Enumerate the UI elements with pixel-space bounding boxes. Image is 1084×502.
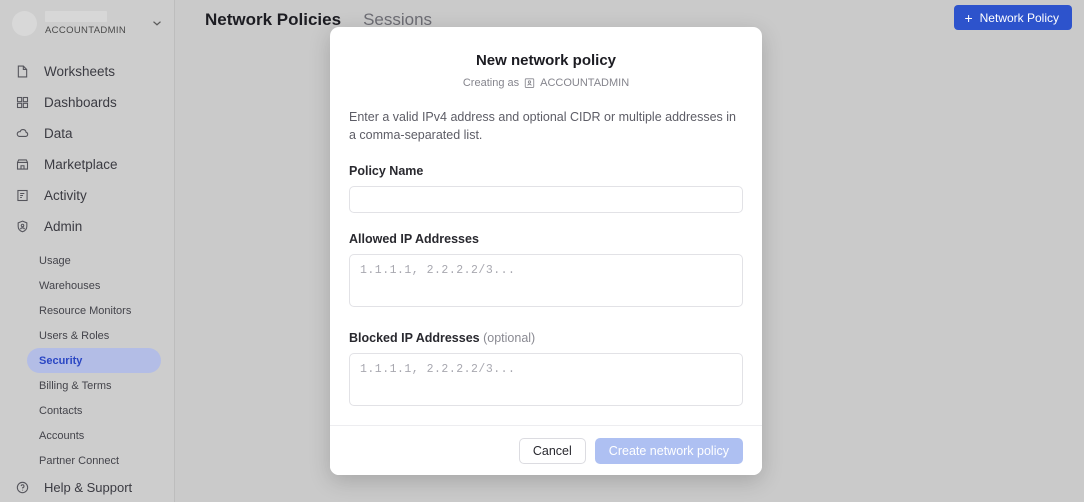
sidebar-subitem-label: Security xyxy=(39,354,83,367)
sidebar-subitem-label: Accounts xyxy=(39,429,85,442)
chevron-down-icon xyxy=(150,16,164,30)
sidebar-subitem-accounts[interactable]: Accounts xyxy=(27,423,161,448)
field-policy-name: Policy Name xyxy=(349,164,743,213)
tab-network-policies[interactable]: Network Policies xyxy=(205,10,341,30)
sidebar-item-label: Activity xyxy=(44,188,87,203)
cloud-icon xyxy=(14,125,31,142)
sidebar-subitem-partner-connect[interactable]: Partner Connect xyxy=(27,448,161,473)
sidebar-item-label: Marketplace xyxy=(44,157,118,172)
new-network-policy-dialog: New network policy Creating as ACCOUNTAD… xyxy=(330,27,762,475)
sidebar-subitem-usage[interactable]: Usage xyxy=(27,248,161,273)
sidebar-item-dashboards[interactable]: Dashboards xyxy=(0,87,174,118)
badge-icon xyxy=(524,77,535,89)
cancel-button[interactable]: Cancel xyxy=(518,437,586,464)
sidebar-subitem-contacts[interactable]: Contacts xyxy=(27,398,161,423)
sidebar-item-activity[interactable]: Activity xyxy=(0,180,174,211)
sidebar-item-label: Help & Support xyxy=(44,479,133,495)
blocked-ip-optional-tag: (optional) xyxy=(483,330,536,345)
creating-as-row: Creating as ACCOUNTADMIN xyxy=(349,77,743,89)
tab-label: Network Policies xyxy=(205,10,342,29)
sidebar-subitem-label: Billing & Terms xyxy=(39,379,112,392)
sidebar-subitem-label: Usage xyxy=(39,254,71,267)
sidebar-subitem-label: Resource Monitors xyxy=(39,304,132,317)
dialog-scroll-area[interactable]: New network policy Creating as ACCOUNTAD… xyxy=(330,27,762,425)
dialog-title: New network policy xyxy=(475,52,617,69)
blocked-ip-label: Blocked IP Addresses (optional) xyxy=(349,331,743,345)
blocked-ip-textarea[interactable] xyxy=(349,352,743,406)
sidebar-item-label: Dashboards xyxy=(44,95,117,110)
document-icon xyxy=(14,63,31,80)
sidebar-item-admin[interactable]: Admin xyxy=(0,211,174,242)
sidebar-item-marketplace[interactable]: Marketplace xyxy=(0,149,174,180)
sidebar-subitem-users-roles[interactable]: Users & Roles xyxy=(27,323,161,348)
account-text: ACCOUNTADMIN xyxy=(45,10,150,36)
grid-icon xyxy=(14,94,31,111)
app-root: ACCOUNTADMIN Worksheets Dashboards Data … xyxy=(0,0,1084,502)
sidebar: ACCOUNTADMIN Worksheets Dashboards Data … xyxy=(0,0,175,502)
policy-name-label: Policy Name xyxy=(349,163,424,178)
sidebar-subitem-label: Users & Roles xyxy=(39,329,110,342)
dialog-description: Enter a valid IPv4 address and optional … xyxy=(349,110,737,142)
field-blocked-ip: Blocked IP Addresses (optional) xyxy=(349,331,743,411)
sidebar-subitem-warehouses[interactable]: Warehouses xyxy=(27,273,161,298)
sidebar-subnav: Usage Warehouses Resource Monitors Users… xyxy=(0,248,174,473)
sidebar-subitem-billing-terms[interactable]: Billing & Terms xyxy=(27,373,161,398)
sidebar-item-label: Data xyxy=(44,126,73,141)
sidebar-subitem-security[interactable]: Security xyxy=(27,348,161,373)
sidebar-nav: Worksheets Dashboards Data Marketplace A… xyxy=(0,56,174,242)
add-network-policy-button[interactable]: + Network Policy xyxy=(954,5,1072,30)
dialog-footer: Cancel Create network policy xyxy=(330,425,762,475)
plus-icon: + xyxy=(964,9,973,26)
sidebar-item-label: Worksheets xyxy=(44,64,116,79)
policy-name-input[interactable] xyxy=(349,185,743,213)
account-switcher[interactable]: ACCOUNTADMIN xyxy=(0,0,174,46)
activity-icon xyxy=(14,187,31,204)
create-network-policy-button[interactable]: Create network policy xyxy=(594,437,743,464)
sidebar-item-help-support[interactable]: Help & Support xyxy=(0,472,174,502)
account-name-redacted xyxy=(45,10,107,22)
sidebar-subitem-label: Warehouses xyxy=(39,279,101,292)
account-role-label: ACCOUNTADMIN xyxy=(45,24,127,36)
shield-user-icon xyxy=(14,218,31,235)
creating-as-role: ACCOUNTADMIN xyxy=(540,77,630,89)
sidebar-subitem-label: Partner Connect xyxy=(39,454,120,467)
add-network-policy-label: Network Policy xyxy=(979,10,1059,25)
sidebar-item-data[interactable]: Data xyxy=(0,118,174,149)
sidebar-item-label: Admin xyxy=(44,219,83,234)
question-circle-icon xyxy=(14,479,31,496)
sidebar-subitem-resource-monitors[interactable]: Resource Monitors xyxy=(27,298,161,323)
sidebar-item-worksheets[interactable]: Worksheets xyxy=(0,56,174,87)
store-icon xyxy=(14,156,31,173)
blocked-ip-label-text: Blocked IP Addresses xyxy=(349,330,480,345)
allowed-ip-textarea[interactable] xyxy=(349,253,743,307)
avatar xyxy=(12,10,37,36)
allowed-ip-label: Allowed IP Addresses xyxy=(349,231,479,246)
creating-as-prefix: Creating as xyxy=(462,77,520,89)
sidebar-subitem-label: Contacts xyxy=(39,404,83,417)
field-allowed-ip: Allowed IP Addresses xyxy=(349,232,743,312)
